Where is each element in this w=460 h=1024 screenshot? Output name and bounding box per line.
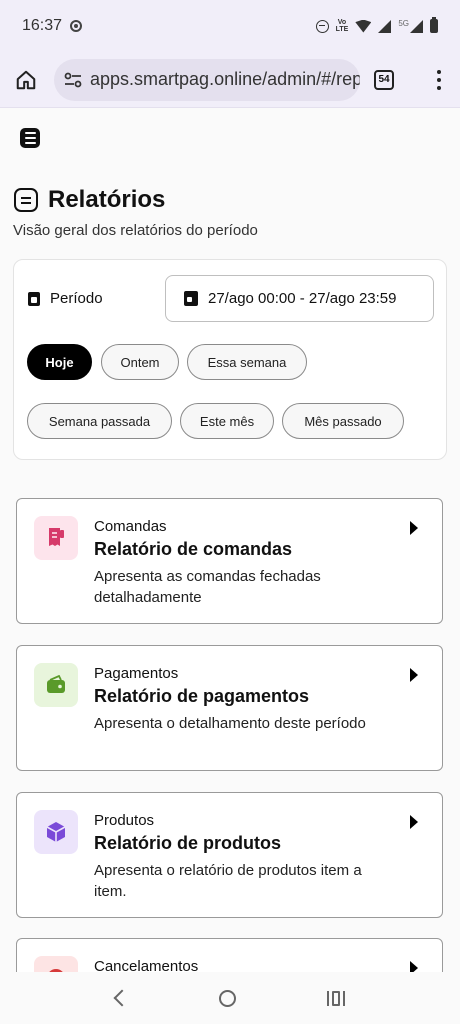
page-subtitle: Visão geral dos relatórios do período bbox=[13, 222, 258, 239]
more-options-icon[interactable] bbox=[436, 69, 442, 90]
chevron-right-icon bbox=[410, 961, 418, 972]
chip-semana-passada[interactable]: Semana passada bbox=[27, 403, 172, 439]
chip-este-mes[interactable]: Este mês bbox=[180, 403, 274, 439]
date-range-text: 27/ago 00:00 - 27/ago 23:59 bbox=[208, 290, 397, 307]
box-icon bbox=[34, 810, 78, 854]
report-description: Apresenta as comandas fechadas detalhada… bbox=[94, 568, 321, 606]
report-category: Comandas bbox=[94, 518, 167, 535]
signal-icon bbox=[378, 19, 392, 33]
tabs-count-button[interactable]: 54 bbox=[374, 69, 394, 90]
chip-mes-passado[interactable]: Mês passado bbox=[282, 403, 404, 439]
site-settings-icon[interactable] bbox=[62, 69, 84, 91]
period-card: Período 27/ago 00:00 - 27/ago 23:59 Hoje… bbox=[13, 259, 447, 460]
chip-ontem[interactable]: Ontem bbox=[101, 344, 179, 380]
report-card-cancelamentos[interactable]: Cancelamentos bbox=[16, 938, 443, 972]
calendar-icon bbox=[28, 291, 40, 306]
status-time: 16:37 bbox=[22, 17, 63, 34]
home-icon[interactable] bbox=[218, 989, 236, 1007]
reports-icon bbox=[14, 188, 38, 212]
recent-apps-icon[interactable] bbox=[326, 990, 345, 1006]
report-category: Produtos bbox=[94, 812, 155, 829]
browser-toolbar: apps.smartpag.online/admin/#/rep 54 bbox=[0, 52, 460, 108]
battery-icon bbox=[430, 17, 438, 33]
do-not-disturb-icon bbox=[315, 19, 329, 33]
chevron-right-icon bbox=[410, 815, 418, 829]
report-category: Pagamentos bbox=[94, 665, 179, 682]
report-title: Relatório de comandas bbox=[94, 539, 293, 559]
volte-icon: Vo LTE bbox=[335, 19, 349, 33]
wifi-icon bbox=[355, 19, 372, 33]
system-nav-bar bbox=[0, 972, 460, 1024]
page-content: Relatórios Visão geral dos relatórios do… bbox=[0, 108, 460, 972]
cancel-icon bbox=[34, 956, 78, 972]
menu-icon[interactable] bbox=[20, 128, 40, 148]
chevron-right-icon bbox=[410, 668, 418, 682]
report-card-pagamentos[interactable]: Pagamentos Relatório de pagamentos Apres… bbox=[16, 645, 443, 771]
receipt-icon bbox=[34, 516, 78, 560]
report-card-comandas[interactable]: Comandas Relatório de comandas Apresenta… bbox=[16, 498, 443, 624]
period-label: Período bbox=[28, 290, 103, 307]
address-bar[interactable]: apps.smartpag.online/admin/#/rep bbox=[54, 58, 360, 101]
chip-essa-semana[interactable]: Essa semana bbox=[187, 344, 307, 380]
wallet-icon bbox=[34, 663, 78, 707]
report-category: Cancelamentos bbox=[94, 958, 199, 972]
page-header: Relatórios bbox=[14, 186, 165, 214]
date-range-picker[interactable]: 27/ago 00:00 - 27/ago 23:59 bbox=[165, 275, 434, 322]
report-title: Relatório de produtos bbox=[94, 833, 282, 853]
report-description: Apresenta o relatório de produtos item a… bbox=[94, 862, 362, 900]
report-card-produtos[interactable]: Produtos Relatório de produtos Apresenta… bbox=[16, 792, 443, 918]
status-bar: 16:37 Vo LTE 5G bbox=[0, 0, 460, 52]
calendar-edit-icon bbox=[184, 291, 198, 306]
5g-label: 5G bbox=[398, 18, 409, 28]
page-title: Relatórios bbox=[48, 186, 166, 213]
report-description: Apresenta o detalhamento deste período bbox=[94, 715, 366, 732]
browser-home-icon[interactable] bbox=[12, 66, 40, 94]
url-text: apps.smartpag.online/admin/#/rep bbox=[90, 69, 360, 89]
back-icon[interactable] bbox=[113, 989, 130, 1007]
signal-5g-icon bbox=[410, 19, 423, 33]
report-title: Relatório de pagamentos bbox=[94, 686, 310, 706]
chevron-right-icon bbox=[410, 521, 418, 535]
chrome-notification-icon bbox=[70, 20, 83, 32]
chip-hoje[interactable]: Hoje bbox=[27, 344, 92, 380]
